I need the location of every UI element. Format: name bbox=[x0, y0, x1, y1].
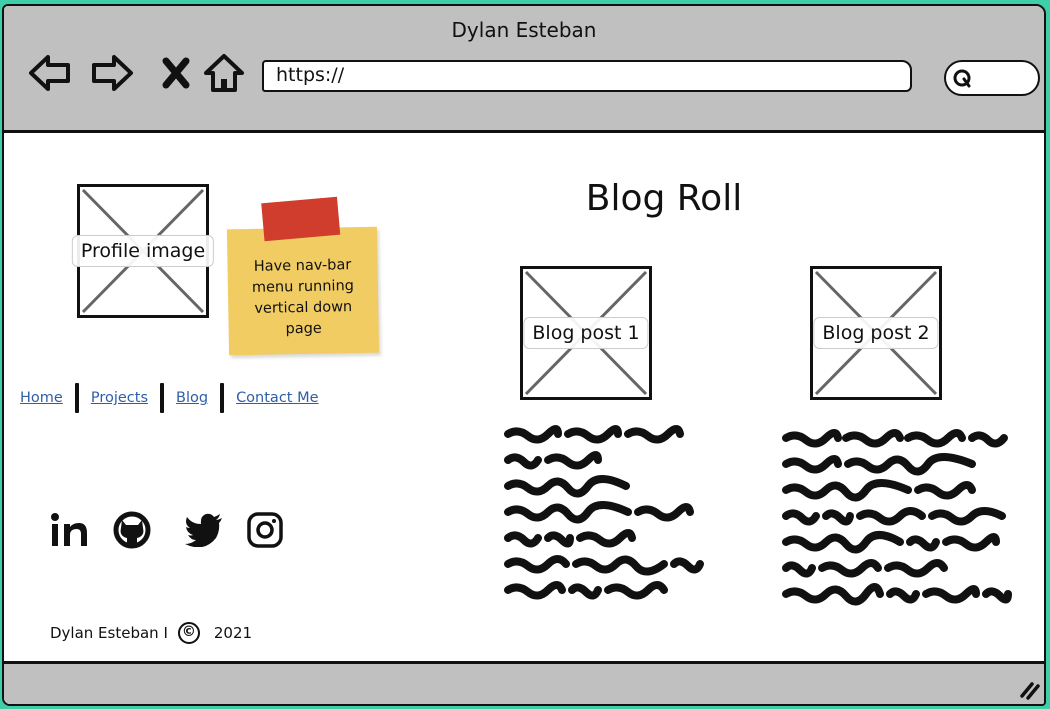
blog-post-excerpt-2 bbox=[782, 429, 1012, 606]
blog-post-label: Blog post 1 bbox=[523, 317, 649, 349]
nav-link-contact[interactable]: Contact Me bbox=[236, 390, 318, 406]
nav-link-projects[interactable]: Projects bbox=[91, 390, 148, 406]
nav-link-blog[interactable]: Blog bbox=[176, 390, 208, 406]
sticky-note: Have nav-bar menu running vertical down … bbox=[226, 196, 380, 356]
social-links bbox=[50, 511, 306, 553]
window-title: Dylan Esteban bbox=[451, 18, 597, 42]
copyright-icon: © bbox=[177, 622, 200, 644]
status-bar bbox=[4, 661, 1044, 704]
browser-window: Dylan Esteban https:// Profile image Hav… bbox=[2, 4, 1046, 706]
search-input[interactable] bbox=[944, 60, 1040, 96]
nav-divider bbox=[74, 383, 79, 413]
instagram-icon[interactable] bbox=[246, 511, 284, 553]
linkedin-icon[interactable] bbox=[50, 512, 90, 552]
search-icon bbox=[953, 69, 971, 88]
back-arrow-icon[interactable] bbox=[28, 51, 72, 95]
blog-post-label: Blog post 2 bbox=[813, 317, 939, 349]
nav-link-home[interactable]: Home bbox=[20, 390, 63, 406]
footer-year: 2021 bbox=[213, 624, 253, 642]
blog-post-image-1[interactable]: Blog post 1 bbox=[520, 266, 652, 400]
github-icon[interactable] bbox=[112, 511, 152, 553]
home-icon[interactable] bbox=[202, 51, 246, 95]
blog-post-excerpt-1 bbox=[504, 425, 704, 600]
resize-handle-icon[interactable] bbox=[1016, 676, 1040, 700]
url-input[interactable]: https:// bbox=[262, 60, 912, 92]
profile-image-label: Profile image bbox=[71, 235, 215, 267]
nav-divider bbox=[160, 383, 164, 413]
close-icon[interactable] bbox=[154, 51, 198, 95]
nav-divider bbox=[220, 383, 225, 413]
twitter-icon[interactable] bbox=[184, 513, 224, 551]
sticky-note-text: Have nav-bar menu running vertical down … bbox=[251, 257, 355, 338]
nav-bar: Home Projects Blog Contact Me bbox=[20, 383, 319, 413]
blog-title: Blog Roll bbox=[585, 178, 743, 219]
footer-name: Dylan Esteban I bbox=[50, 624, 168, 642]
forward-arrow-icon[interactable] bbox=[90, 51, 134, 95]
footer: Dylan Esteban I © 2021 bbox=[50, 622, 252, 644]
blog-post-image-2[interactable]: Blog post 2 bbox=[810, 266, 942, 400]
browser-toolbar: Dylan Esteban https:// bbox=[4, 6, 1044, 133]
